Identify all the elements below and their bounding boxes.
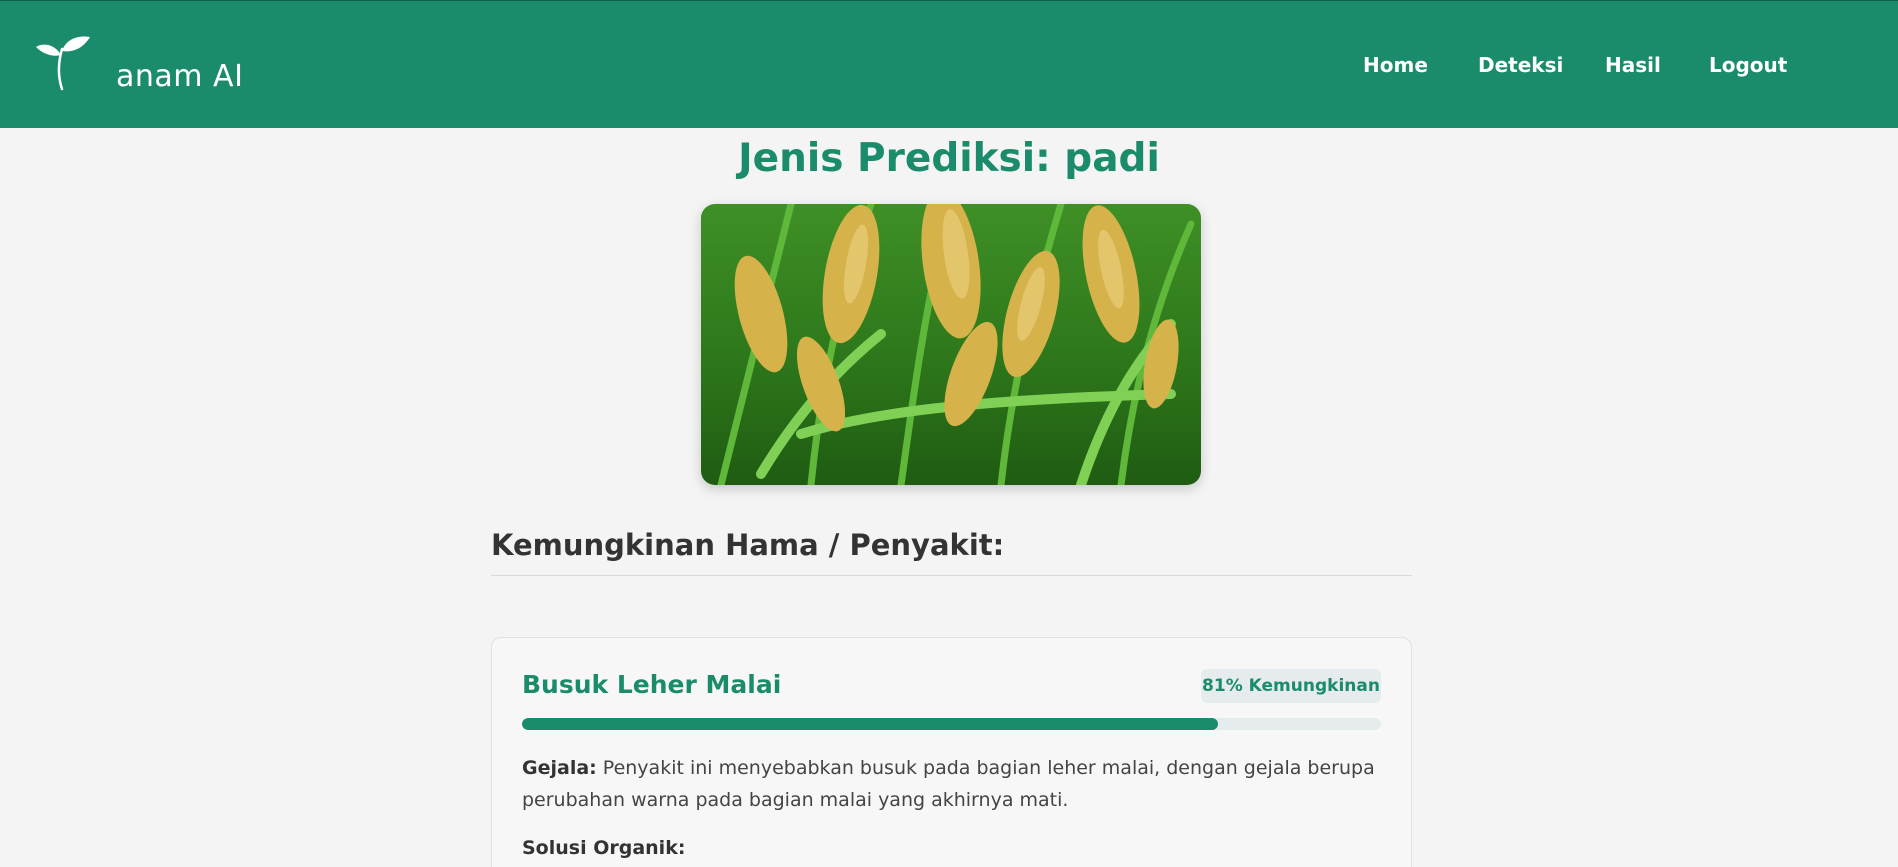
navbar: anam AI Home Deteksi Hasil Logout bbox=[0, 0, 1898, 128]
nav-deteksi[interactable]: Deteksi bbox=[1478, 53, 1563, 77]
symptom-description: Penyakit ini menyebabkan busuk pada bagi… bbox=[522, 757, 1375, 811]
result-card: Busuk Leher Malai 81% Kemungkinan Gejala… bbox=[491, 637, 1412, 867]
section-divider bbox=[491, 575, 1412, 576]
nav-hasil[interactable]: Hasil bbox=[1605, 53, 1661, 77]
nav-logout[interactable]: Logout bbox=[1709, 53, 1787, 77]
probability-bar bbox=[522, 718, 1381, 730]
main-nav: Home Deteksi Hasil Logout bbox=[0, 53, 1898, 83]
page-title: Jenis Prediksi: padi bbox=[738, 136, 1160, 181]
probability-badge: 81% Kemungkinan bbox=[1201, 669, 1381, 703]
probability-bar-fill bbox=[522, 718, 1218, 730]
disease-name: Busuk Leher Malai bbox=[522, 670, 782, 699]
symptom-text: Gejala: Penyakit ini menyebabkan busuk p… bbox=[522, 752, 1381, 816]
symptom-label: Gejala: bbox=[522, 757, 597, 779]
rice-plant-image bbox=[701, 204, 1201, 485]
organic-solution-label: Solusi Organik: bbox=[522, 837, 686, 859]
section-heading: Kemungkinan Hama / Penyakit: bbox=[491, 528, 1005, 562]
nav-home[interactable]: Home bbox=[1363, 53, 1428, 77]
